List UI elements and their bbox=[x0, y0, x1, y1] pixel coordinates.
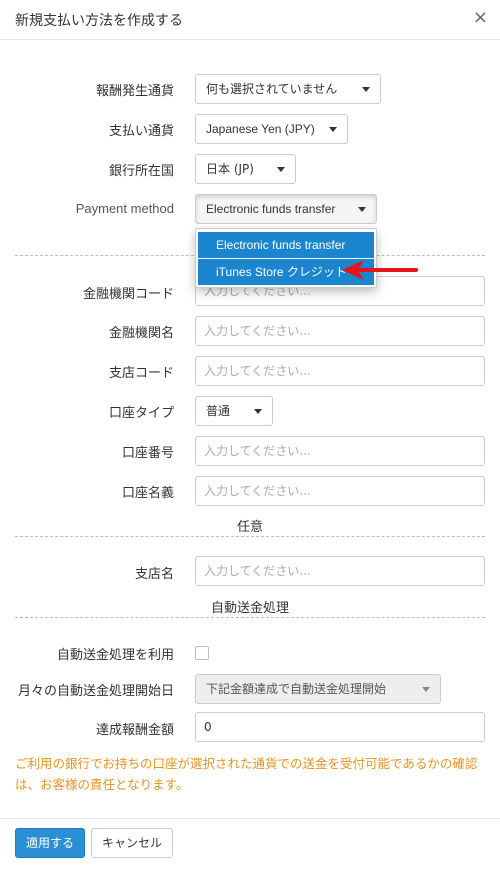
reward-currency-label: 報酬発生通貨 bbox=[95, 84, 174, 99]
payment-currency-label: 支払い通貨 bbox=[108, 124, 174, 139]
bank-name-label: 金融機関名 bbox=[108, 326, 174, 341]
auto-transfer-checkbox[interactable] bbox=[195, 646, 209, 660]
section-divider bbox=[15, 617, 485, 618]
account-number-label: 口座番号 bbox=[121, 446, 174, 461]
caret-down-icon bbox=[254, 409, 262, 414]
account-holder-label: 口座名義 bbox=[121, 486, 174, 501]
caret-down-icon bbox=[358, 207, 366, 212]
section-divider bbox=[15, 536, 485, 537]
account-number-input[interactable] bbox=[195, 436, 485, 466]
dialog-title: 新規支払い方法を作成する bbox=[15, 13, 183, 29]
payment-method-select[interactable]: Electronic funds transfer bbox=[195, 194, 377, 224]
branch-code-label: 支店コード bbox=[108, 366, 174, 381]
branch-code-input[interactable] bbox=[195, 356, 485, 386]
caret-down-icon bbox=[422, 687, 430, 692]
caret-down-icon bbox=[362, 87, 370, 92]
threshold-amount-input[interactable] bbox=[195, 712, 485, 742]
bank-name-input[interactable] bbox=[195, 316, 485, 346]
close-icon[interactable]: × bbox=[473, 7, 488, 28]
branch-name-input[interactable] bbox=[195, 556, 485, 586]
auto-transfer-start-label: 月々の自動送金処理開始日 bbox=[17, 684, 174, 699]
caret-down-icon bbox=[277, 167, 285, 172]
branch-name-label: 支店名 bbox=[134, 567, 174, 582]
dialog-header: 新規支払い方法を作成する × bbox=[0, 0, 500, 40]
auto-transfer-use-label: 自動送金処理を利用 bbox=[56, 648, 174, 663]
bank-country-select[interactable]: 日本 (JP) bbox=[195, 154, 296, 184]
cancel-button[interactable]: キャンセル bbox=[91, 828, 174, 858]
bank-country-label: 銀行所在国 bbox=[108, 164, 174, 179]
apply-button[interactable]: 適用する bbox=[15, 828, 86, 858]
auto-transfer-start-select[interactable]: 下記金額達成で自動送金処理開始 bbox=[195, 674, 441, 704]
red-arrow-annotation-icon bbox=[342, 260, 418, 280]
threshold-amount-label: 達成報酬金額 bbox=[95, 723, 174, 738]
payment-currency-select[interactable]: Japanese Yen (JPY) bbox=[195, 114, 348, 144]
account-type-label: 口座タイプ bbox=[108, 406, 174, 421]
currency-responsibility-note: ご利用の銀行でお持ちの口座が選択された通貨での送金を受付可能であるかの確認は、お… bbox=[15, 756, 478, 792]
bank-code-label: 金融機関コード bbox=[82, 287, 174, 302]
account-type-select[interactable]: 普通 bbox=[195, 396, 273, 426]
bank-country-value: 日本 (JP) bbox=[206, 162, 254, 176]
auto-transfer-start-value: 下記金額達成で自動送金処理開始 bbox=[206, 682, 387, 696]
optional-section-title: 任意 bbox=[236, 520, 263, 535]
payment-method-label: Payment method bbox=[75, 201, 174, 216]
account-holder-input[interactable] bbox=[195, 476, 485, 506]
reward-currency-value: 何も選択されていません bbox=[206, 82, 338, 96]
reward-currency-select[interactable]: 何も選択されていません bbox=[195, 74, 381, 104]
payment-method-option[interactable]: Electronic funds transfer bbox=[198, 232, 374, 258]
account-type-value: 普通 bbox=[206, 404, 231, 418]
payment-method-value: Electronic funds transfer bbox=[206, 202, 336, 216]
caret-down-icon bbox=[329, 127, 337, 132]
auto-transfer-section-title: 自動送金処理 bbox=[210, 601, 289, 616]
payment-currency-value: Japanese Yen (JPY) bbox=[206, 122, 315, 136]
